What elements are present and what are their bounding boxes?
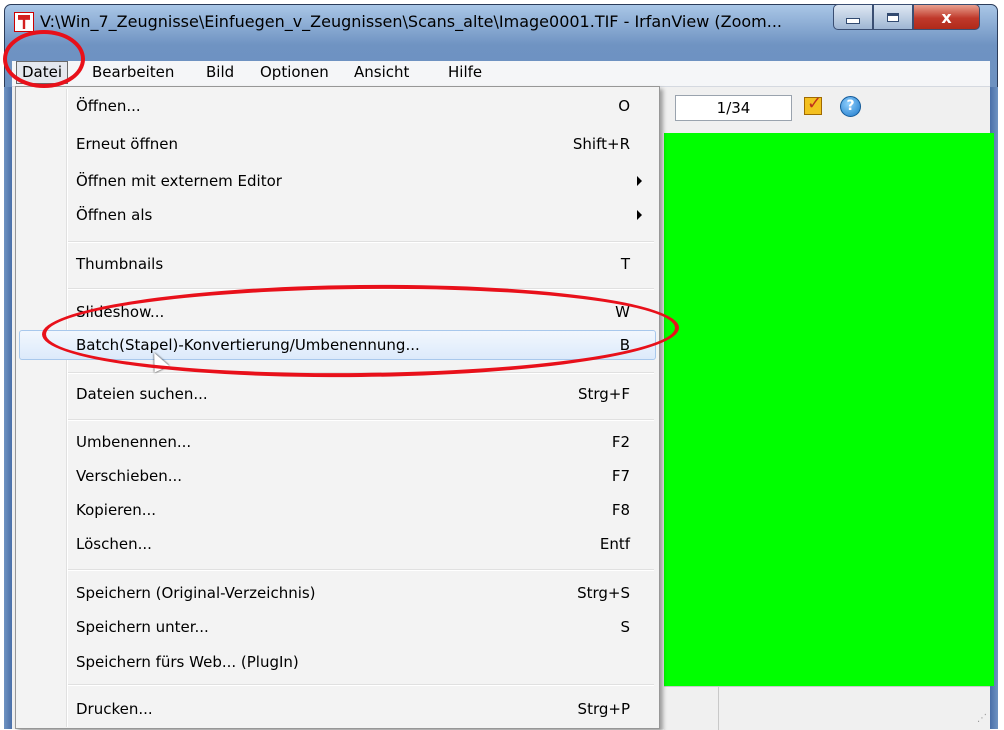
checkbox-icon[interactable] [804, 93, 822, 115]
help-icon[interactable]: ? [840, 96, 861, 117]
menu-separator [68, 419, 654, 421]
menu-item-verschieben[interactable]: Verschieben... F7 [19, 461, 656, 491]
menu-item-shortcut: Strg+S [577, 584, 630, 602]
menu-ansicht[interactable]: Ansicht [349, 61, 414, 84]
maximize-button[interactable] [873, 4, 913, 30]
menu-item-shortcut: Strg+P [577, 700, 630, 718]
page-counter: 1/34 [675, 95, 792, 121]
menu-item-label: Löschen... [76, 535, 152, 553]
window-left-border [4, 87, 12, 729]
status-bar: ⋰ [664, 686, 990, 730]
menu-optionen[interactable]: Optionen [255, 61, 334, 84]
menu-item-label: Speichern (Original-Verzeichnis) [76, 584, 316, 602]
menu-item-kopieren[interactable]: Kopieren... F8 [19, 495, 656, 525]
menu-item-shortcut: O [618, 97, 630, 115]
menu-item-shortcut: Strg+F [577, 385, 630, 403]
maximize-icon [887, 12, 899, 22]
menu-bild[interactable]: Bild [201, 61, 239, 84]
minimize-button[interactable] [833, 4, 873, 30]
menu-item-shortcut: F7 [611, 467, 630, 485]
menu-item-oeffnen-extern[interactable]: Öffnen mit externem Editor [19, 166, 656, 196]
menu-item-shortcut: Shift+R [572, 135, 630, 153]
menu-item-label: Verschieben... [76, 467, 183, 485]
menu-item-label: Speichern unter... [76, 618, 209, 636]
menu-separator [68, 241, 654, 243]
close-icon: x [941, 7, 952, 27]
image-canvas[interactable] [664, 133, 994, 686]
menu-item-label: Erneut öffnen [76, 135, 179, 153]
menu-item-shortcut: F8 [611, 501, 630, 519]
menu-bar: Datei Bearbeiten Bild Optionen Ansicht H… [12, 61, 990, 87]
menu-item-umbenennen[interactable]: Umbenennen... F2 [19, 427, 656, 457]
window-title: V:\Win_7_Zeugnisse\Einfuegen_v_Zeugnisse… [40, 12, 783, 31]
menu-bearbeiten[interactable]: Bearbeiten [87, 61, 179, 84]
menu-item-thumbnails[interactable]: Thumbnails T [19, 249, 656, 279]
menu-item-label: Öffnen als [76, 206, 153, 224]
menu-item-dateien-suchen[interactable]: Dateien suchen... Strg+F [19, 379, 656, 409]
menu-item-label: Öffnen... [76, 97, 141, 115]
resize-grip-icon[interactable]: ⋰ [977, 713, 987, 724]
menu-item-oeffnen-als[interactable]: Öffnen als [19, 200, 656, 230]
menu-item-speichern-unter[interactable]: Speichern unter... S [19, 612, 656, 642]
menu-item-oeffnen[interactable]: Öffnen... O [19, 91, 656, 121]
menu-hilfe[interactable]: Hilfe [443, 61, 487, 84]
menu-item-label: Umbenennen... [76, 433, 192, 451]
menu-separator [68, 569, 654, 571]
close-button[interactable]: x [913, 4, 980, 30]
menu-item-label: Speichern fürs Web... (PlugIn) [76, 653, 299, 671]
menu-separator [68, 684, 654, 686]
menu-item-label: Kopieren... [76, 501, 157, 519]
menu-item-erneut-oeffnen[interactable]: Erneut öffnen Shift+R [19, 129, 656, 159]
menu-item-speichern-original[interactable]: Speichern (Original-Verzeichnis) Strg+S [19, 578, 656, 608]
irfanview-app-icon[interactable] [14, 12, 34, 32]
menu-item-label: Öffnen mit externem Editor [76, 172, 282, 190]
datei-dropdown-menu: Öffnen... O Erneut öffnen Shift+R Öffnen… [15, 86, 660, 729]
menu-item-drucken[interactable]: Drucken... Strg+P [19, 694, 656, 724]
menu-item-label: Drucken... [76, 700, 153, 718]
menu-item-shortcut: S [620, 618, 630, 636]
menu-item-loeschen[interactable]: Löschen... Entf [19, 529, 656, 559]
menu-item-label: Thumbnails [76, 255, 164, 273]
menu-item-shortcut: Entf [599, 535, 630, 553]
submenu-arrow-icon [637, 176, 642, 186]
status-divider [718, 687, 719, 730]
minimize-icon [846, 18, 860, 24]
menu-item-label: Dateien suchen... [76, 385, 208, 403]
menu-item-speichern-web[interactable]: Speichern fürs Web... (PlugIn) [19, 647, 656, 677]
annotation-circle-datei [3, 30, 85, 88]
menu-item-shortcut: T [620, 255, 630, 273]
menu-item-shortcut: F2 [611, 433, 630, 451]
submenu-arrow-icon [637, 210, 642, 220]
